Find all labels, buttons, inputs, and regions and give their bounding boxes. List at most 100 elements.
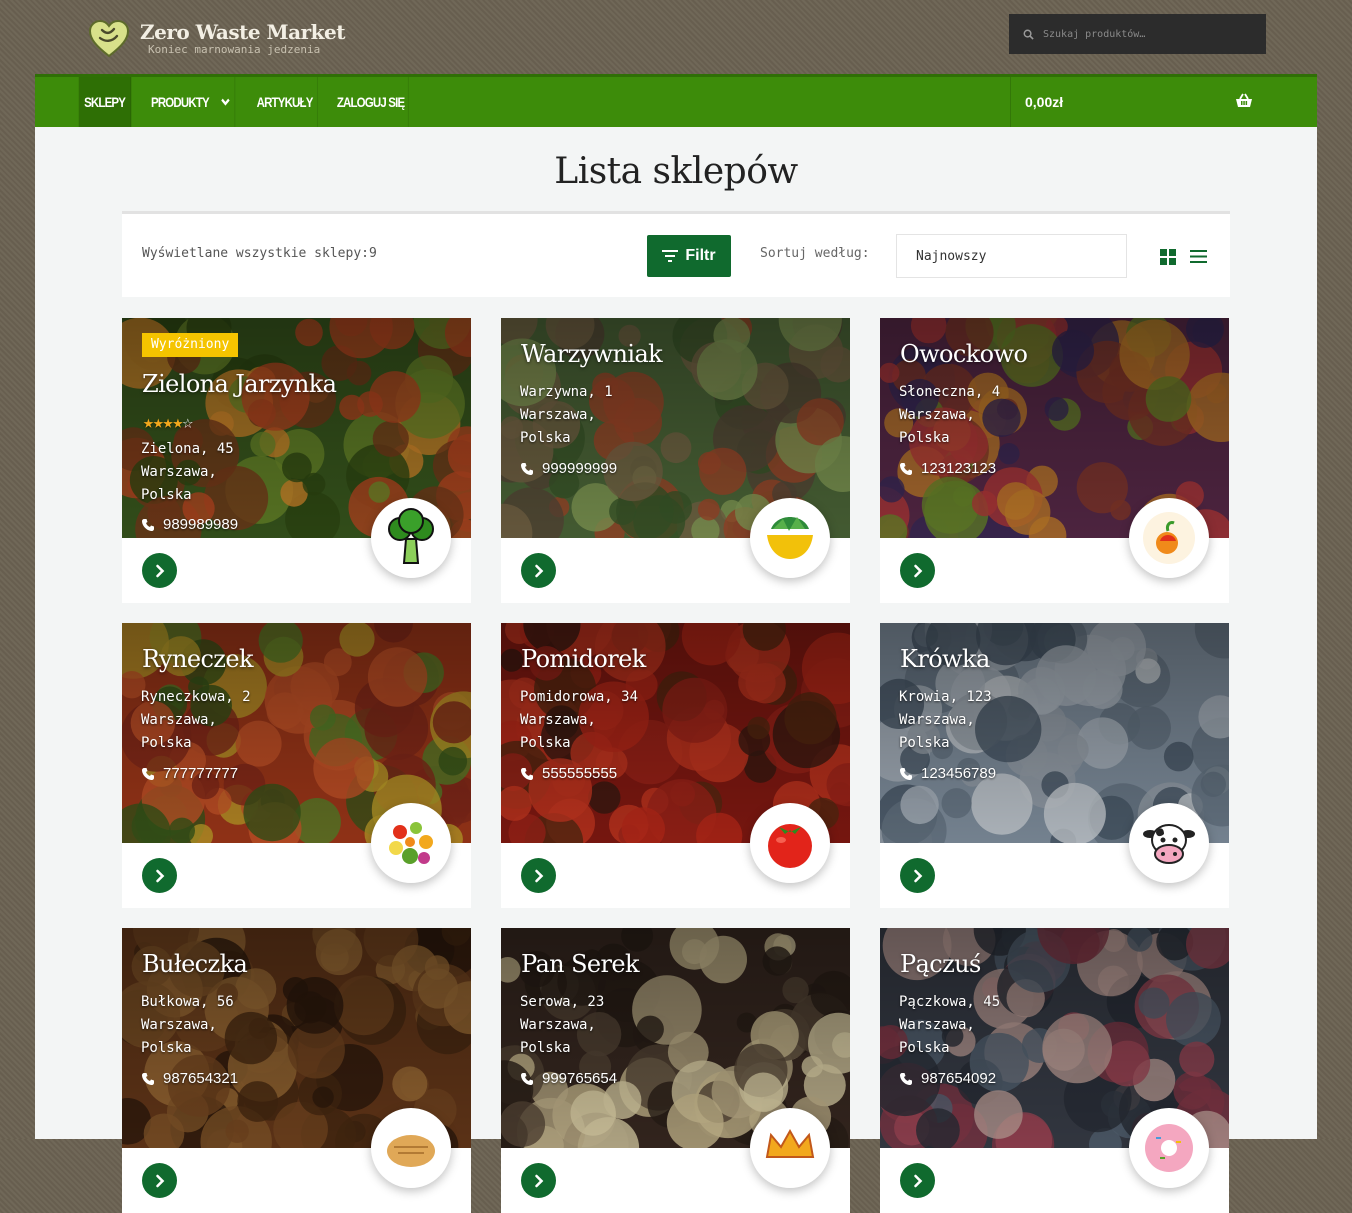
store-country: Polska: [520, 430, 571, 446]
store-open-button[interactable]: [521, 553, 556, 588]
store-phone-number: 123123123: [921, 460, 997, 477]
store-name[interactable]: Warzywniak: [521, 340, 663, 368]
cart-total[interactable]: 0,00zł: [1010, 77, 1160, 127]
store-card[interactable]: Krówka Krowia, 123 Warszawa, Polska 12345678…: [880, 623, 1229, 908]
store-card[interactable]: Wyróżniony ★★★★☆ Zielona Jarzynka Zielona, …: [122, 318, 471, 603]
cheese-crown-icon: [765, 1128, 815, 1158]
store-name[interactable]: Ryneczek: [142, 645, 254, 673]
bread-icon: [387, 1135, 435, 1167]
main-nav: SKLEPY PRODUKTY ARTYKUŁY ZALOGUJ SIĘ 0,0…: [35, 74, 1317, 127]
store-phone[interactable]: 123456789: [899, 765, 996, 782]
store-country: Polska: [141, 735, 192, 751]
store-name[interactable]: Pomidorek: [521, 645, 646, 673]
nav-item-articles[interactable]: ARTYKUŁY: [252, 77, 318, 127]
grid-view-icon[interactable]: [1160, 249, 1176, 265]
store-card[interactable]: Warzywniak Warzywna, 1 Warszawa, Polska 9999…: [501, 318, 850, 603]
store-name[interactable]: Bułeczka: [142, 950, 248, 978]
store-address: Bułkowa, 56 Warszawa, Polska: [141, 991, 234, 1060]
store-card[interactable]: Pomidorek Pomidorowa, 34 Warszawa, Polska 55…: [501, 623, 850, 908]
store-phone-number: 555555555: [542, 765, 618, 782]
search-bar[interactable]: [1009, 14, 1266, 54]
store-name[interactable]: Krówka: [900, 645, 990, 673]
store-city: Warszawa,: [899, 407, 975, 423]
store-open-button[interactable]: [142, 858, 177, 893]
store-street: Krowia, 123: [899, 689, 992, 705]
store-phone[interactable]: 987654321: [141, 1070, 238, 1087]
store-open-button[interactable]: [521, 1163, 556, 1198]
store-phone[interactable]: 987654092: [899, 1070, 996, 1087]
store-phone-number: 777777777: [163, 765, 239, 782]
chevron-right-icon: [155, 564, 164, 577]
store-phone[interactable]: 999765654: [520, 1070, 617, 1087]
filter-button[interactable]: Filtr: [647, 235, 731, 277]
store-name[interactable]: Pan Serek: [521, 950, 640, 978]
store-address: Ryneczkowa, 2 Warszawa, Polska: [141, 686, 251, 755]
search-icon: [1023, 29, 1034, 40]
store-open-button[interactable]: [142, 553, 177, 588]
chevron-right-icon: [913, 869, 922, 882]
store-card[interactable]: Owockowo Słoneczna, 4 Warszawa, Polska 12312…: [880, 318, 1229, 603]
phone-icon: [142, 518, 154, 531]
store-phone[interactable]: 989989989: [141, 516, 238, 533]
store-card[interactable]: Bułeczka Bułkowa, 56 Warszawa, Polska 987654…: [122, 928, 471, 1213]
site-title: Zero Waste Market: [140, 20, 346, 44]
store-name[interactable]: Pączuś: [900, 950, 981, 978]
store-logo: [1129, 803, 1209, 883]
store-open-button[interactable]: [900, 858, 935, 893]
store-phone[interactable]: 123123123: [899, 460, 996, 477]
store-logo: [371, 1108, 451, 1188]
store-street: Zielona, 45: [141, 441, 234, 457]
store-country: Polska: [141, 1040, 192, 1056]
basket-icon[interactable]: [1235, 92, 1253, 110]
sort-label: Sortuj według:: [760, 246, 870, 261]
store-city: Warszawa,: [899, 1017, 975, 1033]
store-card[interactable]: Pan Serek Serowa, 23 Warszawa, Polska 999765…: [501, 928, 850, 1213]
site-subtitle: Koniec marnowania jedzenia: [148, 43, 321, 56]
sort-select[interactable]: Najnowszy: [896, 234, 1127, 278]
nav-label: ARTYKUŁY: [256, 94, 314, 110]
phone-icon: [142, 767, 154, 780]
store-country: Polska: [520, 1040, 571, 1056]
nav-item-login[interactable]: ZALOGUJ SIĘ: [333, 77, 409, 127]
store-city: Warszawa,: [141, 712, 217, 728]
store-name[interactable]: Zielona Jarzynka: [142, 370, 337, 398]
store-phone[interactable]: 555555555: [520, 765, 617, 782]
store-address: Zielona, 45 Warszawa, Polska: [141, 438, 234, 507]
store-phone-number: 987654321: [163, 1070, 239, 1087]
chevron-right-icon: [534, 869, 543, 882]
store-country: Polska: [141, 487, 192, 503]
store-open-button[interactable]: [900, 1163, 935, 1198]
store-count: Wyświetlane wszystkie sklepy:9: [142, 246, 377, 261]
page-title: Lista sklepów: [554, 151, 798, 192]
broccoli-icon: [388, 508, 434, 564]
chevron-right-icon: [155, 1174, 164, 1187]
store-phone-number: 989989989: [163, 516, 239, 533]
store-card[interactable]: Ryneczek Ryneczkowa, 2 Warszawa, Polska 7777…: [122, 623, 471, 908]
store-open-button[interactable]: [900, 553, 935, 588]
store-open-button[interactable]: [142, 1163, 177, 1198]
store-city: Warszawa,: [899, 712, 975, 728]
phone-icon: [521, 767, 533, 780]
nav-item-stores[interactable]: SKLEPY: [78, 77, 132, 127]
store-street: Pomidorowa, 34: [520, 689, 639, 705]
store-open-button[interactable]: [521, 858, 556, 893]
store-toolbar: Wyświetlane wszystkie sklepy:9 Filtr Sor…: [122, 211, 1230, 297]
store-logo: [371, 498, 451, 578]
list-view-icon[interactable]: [1190, 249, 1207, 264]
store-phone[interactable]: 999999999: [520, 460, 617, 477]
store-country: Polska: [899, 430, 950, 446]
store-name[interactable]: Owockowo: [900, 340, 1028, 368]
site-logo[interactable]: Zero Waste Market Koniec marnowania jedz…: [88, 20, 346, 58]
fruit-basket-icon: [389, 822, 433, 864]
store-phone[interactable]: 777777777: [141, 765, 238, 782]
store-street: Warzywna, 1: [520, 384, 613, 400]
chevron-right-icon: [534, 564, 543, 577]
donut-icon: [1145, 1124, 1193, 1172]
store-address: Słoneczna, 4 Warszawa, Polska: [899, 381, 1000, 450]
search-input[interactable]: [1041, 27, 1255, 41]
nav-item-products[interactable]: PRODUKTY: [147, 77, 236, 127]
filter-icon: [662, 250, 679, 262]
filter-label: Filtr: [685, 247, 716, 264]
store-card[interactable]: Pączuś Pączkowa, 45 Warszawa, Polska 9876540…: [880, 928, 1229, 1213]
chevron-down-icon: [221, 98, 230, 106]
